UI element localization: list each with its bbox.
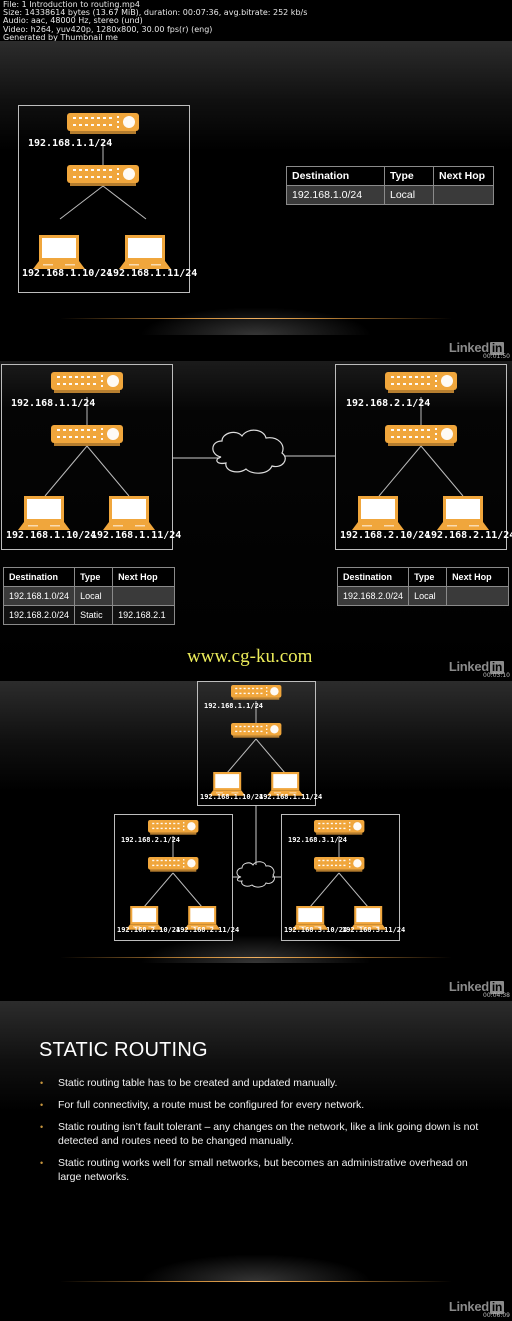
timecode: 00:01:50 (483, 353, 510, 360)
switch-icon (385, 425, 457, 446)
laptop-icon (18, 496, 70, 530)
bullet-icon: • (40, 1122, 44, 1132)
host-ip-label: 192.168.1.11/24 (259, 793, 323, 801)
bullet-icon: • (40, 1158, 44, 1168)
timecode: 00:06:09 (483, 1312, 510, 1319)
routing-table: Destination Type Next Hop 192.168.1.0/24… (286, 166, 494, 205)
internet-cloud-icon (236, 861, 275, 888)
bullet-text: Static routing isn’t fault tolerant – an… (58, 1121, 479, 1147)
bullet-icon: • (40, 1078, 44, 1088)
laptop-icon (119, 235, 171, 269)
host-ip-label: 192.168.1.10/24 (6, 530, 97, 541)
router-icon (231, 685, 282, 700)
cell-type: Local (74, 586, 114, 606)
switch-icon (67, 165, 139, 186)
table-row: 192.168.1.0/24 Local (286, 185, 494, 205)
column-header: Destination (336, 567, 410, 587)
glow-line (60, 957, 452, 958)
bullet-icon: • (40, 1100, 44, 1110)
switch-icon (314, 857, 365, 872)
router-ip-label: 192.168.1.1/24 (204, 702, 264, 710)
bullet-text: For full connectivity, a route must be c… (58, 1099, 365, 1111)
switch-icon (51, 425, 123, 446)
cell-destination: 192.168.2.0/24 (336, 586, 410, 606)
host-ip-label: 192.168.2.10/24 (117, 926, 181, 934)
timecode: 00:04:38 (483, 992, 510, 999)
switch-icon (148, 857, 199, 872)
bullet-item: • Static routing table has to be created … (39, 1076, 479, 1090)
bullet-item: • Static routing works well for small net… (39, 1156, 479, 1184)
host-ip-label: 192.168.1.10/24 (22, 268, 113, 279)
video-frame-3: 192.168.1.1/24 192.168.1.10/24 192.168.1… (0, 681, 512, 1001)
video-frame-2: 192.168.1.1/24 192.168.1.10/24 192.168.1… (0, 361, 512, 681)
column-header: Destination (2, 567, 76, 587)
host-ip-label: 192.168.3.10/24 (284, 926, 348, 934)
file-info-header: File: 1 Introduction to routing.mp4 Size… (0, 0, 512, 42)
bullet-item: • Static routing isn’t fault tolerant – a… (39, 1120, 479, 1148)
timecode: 00:03:10 (483, 672, 510, 679)
cell-destination: 192.168.2.0/24 (2, 605, 76, 625)
column-header: Next Hop (433, 166, 494, 186)
column-header: Destination (286, 166, 385, 186)
table-row: 192.168.2.0/24 Local (336, 586, 510, 606)
column-header: Type (74, 567, 114, 587)
router-ip-label: 192.168.1.1/24 (11, 398, 96, 409)
laptop-icon (33, 235, 85, 269)
bullet-list: • Static routing table has to be created … (39, 1076, 479, 1192)
routing-table: Destination Type Next Hop 192.168.2.0/24… (336, 567, 510, 606)
cell-next-hop (433, 185, 494, 205)
cell-destination: 192.168.1.0/24 (2, 586, 76, 606)
host-ip-label: 192.168.2.11/24 (425, 530, 512, 541)
watermark-text: www.cg-ku.com (187, 646, 313, 667)
video-frame-4: STATIC ROUTING • Static routing table has… (0, 1001, 512, 1321)
switch-icon (231, 723, 282, 738)
routing-table: Destination Type Next Hop 192.168.1.0/24… (2, 567, 176, 625)
router-icon (51, 372, 123, 393)
laptop-icon (352, 496, 404, 530)
host-ip-label: 192.168.3.11/24 (342, 926, 406, 934)
cell-next-hop (446, 586, 510, 606)
laptop-icon (437, 496, 489, 530)
column-header: Type (408, 567, 448, 587)
table-row: 192.168.1.0/24 Local (2, 586, 176, 606)
glow-haze (140, 1254, 372, 1282)
bullet-item: • For full connectivity, a route must be … (39, 1098, 479, 1112)
router-ip-label: 192.168.3.1/24 (288, 836, 348, 844)
column-header: Type (384, 166, 434, 186)
host-ip-label: 192.168.1.10/24 (200, 793, 264, 801)
router-icon (385, 372, 457, 393)
cell-next-hop (112, 586, 176, 606)
host-ip-label: 192.168.1.11/24 (107, 268, 198, 279)
host-ip-label: 192.168.2.10/24 (340, 530, 431, 541)
cell-next-hop: 192.168.2.1 (112, 605, 176, 625)
glow-line (60, 318, 452, 319)
cell-type: Local (408, 586, 448, 606)
laptop-icon (103, 496, 155, 530)
glow-haze (140, 307, 372, 335)
cell-destination: 192.168.1.0/24 (286, 185, 385, 205)
cell-type: Static (74, 605, 114, 625)
cell-type: Local (384, 185, 434, 205)
column-header: Next Hop (112, 567, 176, 587)
router-icon (67, 113, 139, 134)
host-ip-label: 192.168.2.11/24 (176, 926, 240, 934)
router-ip-label: 192.168.2.1/24 (346, 398, 431, 409)
router-ip-label: 192.168.2.1/24 (121, 836, 181, 844)
bullet-text: Static routing works well for small netw… (58, 1157, 468, 1183)
slide-title: STATIC ROUTING (39, 1039, 208, 1061)
bullet-text: Static routing table has to be created a… (58, 1077, 338, 1089)
table-row: 192.168.2.0/24 Static 192.168.2.1 (2, 605, 176, 625)
column-header: Next Hop (446, 567, 510, 587)
router-icon (148, 820, 199, 835)
video-frame-1: 192.168.1.1/24 192.168.1.10/24 192.168.1… (0, 41, 512, 361)
router-ip-label: 192.168.1.1/24 (28, 138, 113, 149)
host-ip-label: 192.168.1.11/24 (91, 530, 182, 541)
glow-haze (140, 935, 372, 963)
network-diagram (18, 372, 489, 530)
glow-line (60, 1281, 452, 1282)
internet-cloud-icon (212, 429, 286, 474)
router-icon (314, 820, 365, 835)
